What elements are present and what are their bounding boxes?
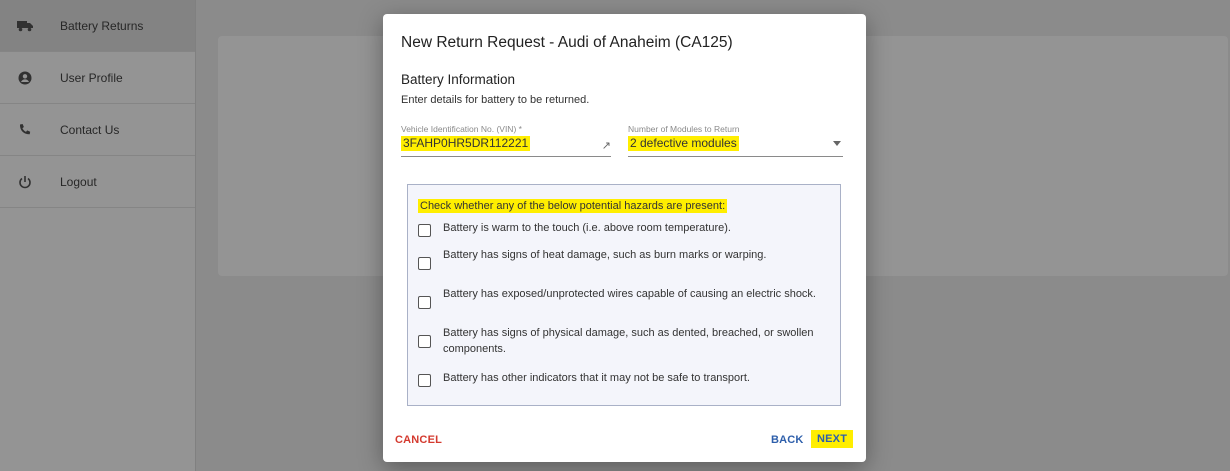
modules-select-label: Number of Modules to Return: [628, 124, 740, 134]
vin-field-label: Vehicle Identification No. (VIN) *: [401, 124, 522, 134]
modules-select-value[interactable]: 2 defective modules: [628, 136, 739, 151]
hazard-item-other[interactable]: Battery has other indicators that it may…: [418, 370, 828, 387]
hazard-checkbox[interactable]: [418, 224, 431, 237]
hazard-checkbox[interactable]: [418, 296, 431, 309]
modules-select[interactable]: Number of Modules to Return 2 defective …: [628, 124, 843, 157]
cancel-button[interactable]: CANCEL: [395, 434, 442, 446]
hazard-item-exposed-wires[interactable]: Battery has exposed/unprotected wires ca…: [418, 286, 828, 309]
hazards-panel: Check whether any of the below potential…: [407, 184, 841, 406]
chevron-down-icon[interactable]: [833, 141, 841, 146]
new-return-request-dialog: New Return Request - Audi of Anaheim (CA…: [383, 14, 866, 462]
hazard-checkbox[interactable]: [418, 335, 431, 348]
vin-field-underline: [401, 156, 611, 157]
vin-field[interactable]: Vehicle Identification No. (VIN) * 3FAHP…: [401, 124, 611, 157]
hazard-label: Battery has signs of heat damage, such a…: [443, 249, 767, 261]
section-title: Battery Information: [401, 72, 516, 87]
vin-field-value[interactable]: 3FAHP0HR5DR112221: [401, 136, 531, 151]
hazard-label: Battery is warm to the touch (i.e. above…: [443, 222, 731, 234]
hazard-label: Battery has exposed/unprotected wires ca…: [443, 288, 816, 300]
hazard-checkbox[interactable]: [418, 374, 431, 387]
next-button[interactable]: NEXT: [811, 430, 854, 448]
dialog-title: New Return Request - Audi of Anaheim (CA…: [401, 34, 733, 51]
back-button[interactable]: BACK: [771, 434, 804, 446]
hazard-checkbox[interactable]: [418, 257, 431, 270]
hazard-label: Battery has other indicators that it may…: [443, 372, 750, 384]
vin-lookup-icon[interactable]: ↗: [602, 139, 611, 152]
hazard-item-physical-damage[interactable]: Battery has signs of physical damage, su…: [418, 325, 828, 357]
hazards-prompt: Check whether any of the below potential…: [418, 199, 728, 213]
hazard-item-heat-damage[interactable]: Battery has signs of heat damage, such a…: [418, 247, 828, 270]
hazard-item-warm[interactable]: Battery is warm to the touch (i.e. above…: [418, 220, 828, 237]
modules-select-underline: [628, 156, 843, 157]
section-subtitle: Enter details for battery to be returned…: [401, 94, 590, 106]
hazard-label: Battery has signs of physical damage, su…: [443, 327, 814, 355]
